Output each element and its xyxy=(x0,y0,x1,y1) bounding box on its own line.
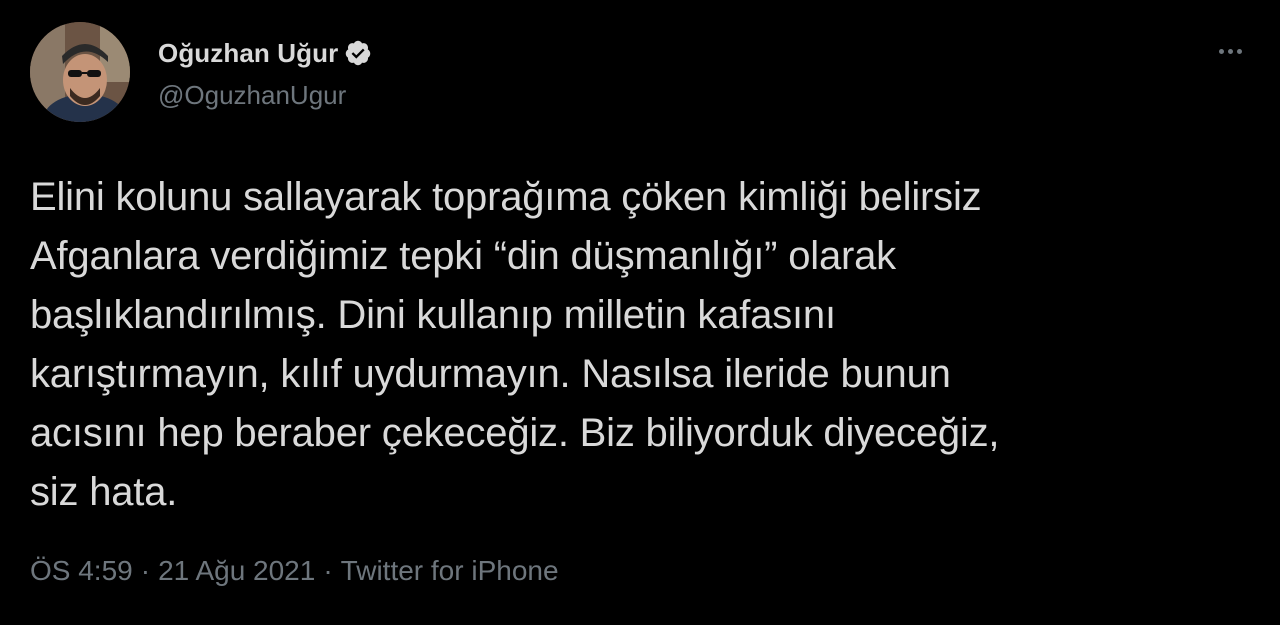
author-name-row[interactable]: Oğuzhan Uğur xyxy=(158,36,372,70)
author-display-name[interactable]: Oğuzhan Uğur xyxy=(158,38,338,69)
tweet-text: Elini kolunu sallayarak toprağıma çöken … xyxy=(30,175,1000,514)
tweet-time[interactable]: ÖS 4:59 xyxy=(30,555,133,587)
author-handle[interactable]: @OguzhanUgur xyxy=(158,80,346,111)
meta-separator: · xyxy=(323,555,333,586)
tweet-card: Oğuzhan Uğur @OguzhanUgur Elini kolunu s… xyxy=(0,0,1280,625)
meta-separator: · xyxy=(140,555,151,586)
avatar[interactable] xyxy=(30,22,130,122)
tweet-date[interactable]: 21 Ağu 2021 xyxy=(158,555,315,587)
more-options-icon[interactable] xyxy=(1210,36,1250,66)
tweet-meta: ÖS 4:59 · 21 Ağu 2021 · Twitter for iPho… xyxy=(30,555,559,587)
avatar-photo xyxy=(30,22,130,122)
verified-badge-icon xyxy=(344,39,372,67)
tweet-source[interactable]: Twitter for iPhone xyxy=(341,555,559,587)
